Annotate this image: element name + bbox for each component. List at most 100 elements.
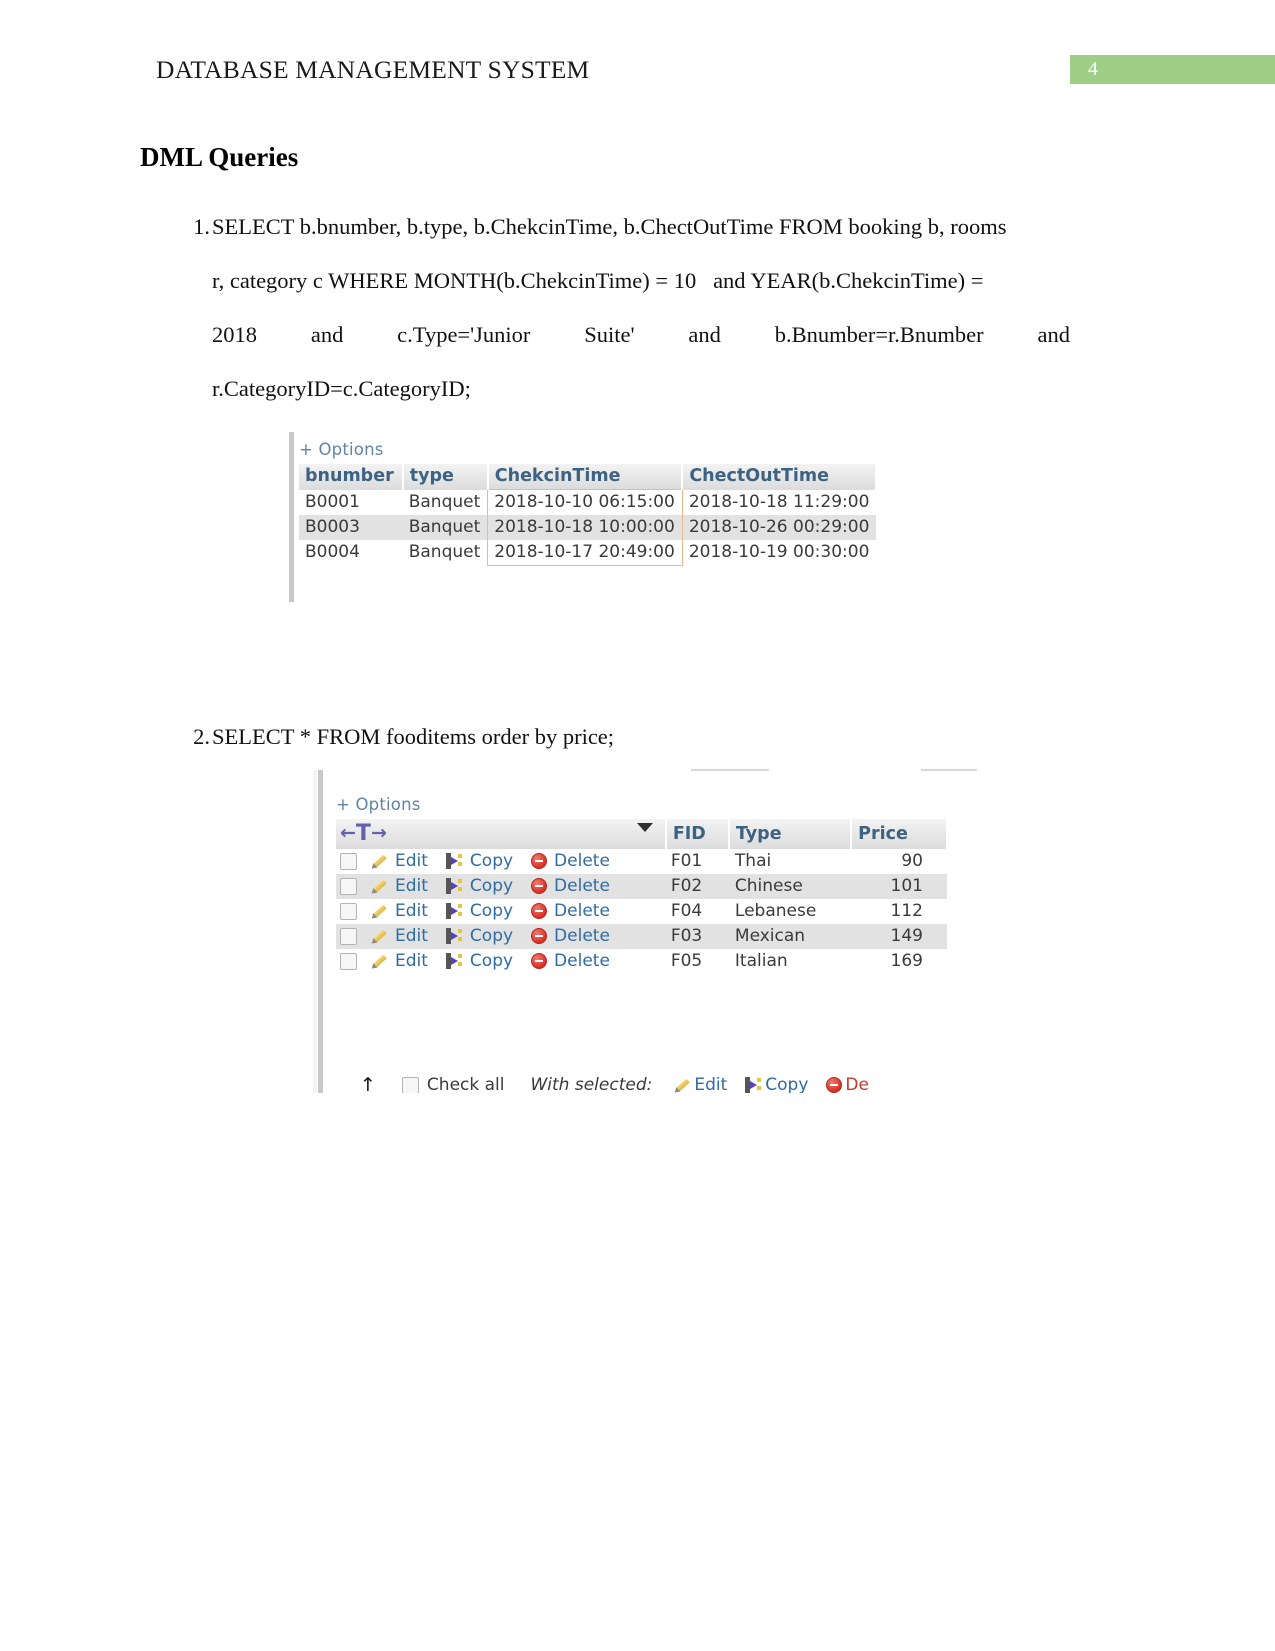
row-select-checkbox[interactable] <box>340 952 357 970</box>
page-title: DML Queries <box>140 142 299 172</box>
query-line: 2018 and c.Type='Junior Suite' and b.Bnu… <box>212 308 1070 362</box>
table-row: Edit Copy Delete F05 Italian 169 <box>336 949 947 974</box>
row-select-checkbox[interactable] <box>340 877 357 895</box>
screenshot-top-divider-left <box>691 769 769 771</box>
delete-icon <box>531 928 548 944</box>
cell-chekcintime: 2018-10-17 20:49:00 <box>487 540 683 566</box>
edit-link[interactable]: Edit <box>395 951 428 971</box>
screenshot-left-rail <box>318 770 323 1093</box>
copy-link[interactable]: Copy <box>470 926 513 946</box>
edit-link[interactable]: Edit <box>395 901 428 921</box>
table-row: B0003 Banquet 2018-10-18 10:00:00 2018-1… <box>299 515 877 540</box>
delete-icon <box>531 878 548 894</box>
copy-icon <box>445 953 463 969</box>
cell-type: Banquet <box>402 515 488 540</box>
cell-row-actions: Edit Copy Delete <box>336 849 666 874</box>
delete-link[interactable]: Delete <box>554 851 610 871</box>
column-header-chekcintime[interactable]: ChekcinTime <box>487 464 684 490</box>
cell-price: 101 <box>851 874 947 899</box>
t-glyph-icon[interactable]: T <box>356 821 371 846</box>
delete-icon <box>531 853 548 869</box>
cell-bnumber: B0004 <box>305 542 360 563</box>
cell-price: 112 <box>890 901 923 921</box>
screenshot-outer-rail <box>313 770 317 1093</box>
column-header-fid[interactable]: FID <box>665 819 730 849</box>
cell-row-actions: Edit Copy Delete <box>336 949 666 974</box>
cell-chectouttime: 2018-10-19 00:30:00 <box>688 542 870 563</box>
row-select-checkbox[interactable] <box>340 902 357 920</box>
copy-icon <box>445 903 463 919</box>
delete-icon <box>531 953 548 969</box>
cell-type: Thai <box>734 851 772 871</box>
copy-link[interactable]: Copy <box>470 901 513 921</box>
row-select-checkbox[interactable] <box>340 927 357 945</box>
arrow-right-icon[interactable]: → <box>371 822 387 844</box>
query-token: 2018 <box>212 322 257 347</box>
query-text: SELECT * FROM fooditems order by price; <box>212 710 614 764</box>
options-toggle-link[interactable]: + Options <box>336 795 948 814</box>
results-table: bnumber type ChekcinTime ChectOutTime B0… <box>299 464 878 566</box>
cell-price: 169 <box>890 951 923 971</box>
delete-icon <box>531 903 548 919</box>
delete-link[interactable]: Delete <box>554 926 610 946</box>
edit-link[interactable]: Edit <box>395 926 428 946</box>
cell-chectouttime: 2018-10-18 11:29:00 <box>688 491 870 512</box>
edit-link[interactable]: Edit <box>395 851 428 871</box>
cell-bnumber: B0001 <box>305 491 360 512</box>
page-number: 4 <box>1088 58 1098 80</box>
delete-link[interactable]: Delete <box>554 876 610 896</box>
document-header: DATABASE MANAGEMENT SYSTEM 4 <box>0 0 1275 110</box>
cell-bnumber: B0003 <box>299 515 403 540</box>
column-header-chectouttime[interactable]: ChectOutTime <box>682 464 878 490</box>
cell-fid: F02 <box>665 874 729 899</box>
sort-controls[interactable]: ←T→ <box>340 821 387 846</box>
column-header-type[interactable]: Type <box>728 819 853 849</box>
pencil-icon <box>371 928 388 944</box>
copy-link[interactable]: Copy <box>470 876 513 896</box>
cell-type: Chinese <box>728 874 852 899</box>
query-line: r, category c WHERE MONTH(b.ChekcinTime)… <box>212 268 984 293</box>
table-row: Edit Copy Delete F01 Thai 90 <box>336 849 947 874</box>
edit-link[interactable]: Edit <box>395 876 428 896</box>
footer-copy-link[interactable]: Copy <box>765 1075 808 1093</box>
delete-icon <box>826 1077 843 1093</box>
column-header-type[interactable]: type <box>402 464 489 490</box>
table-row: Edit Copy Delete F02 Chinese 101 <box>336 874 947 899</box>
delete-link[interactable]: Delete <box>554 951 610 971</box>
cell-fid: F03 <box>665 924 729 949</box>
screenshot-top-divider-right <box>921 769 977 771</box>
footer-delete-link[interactable]: De <box>845 1075 869 1093</box>
column-header-bnumber[interactable]: bnumber <box>299 464 404 490</box>
cell-row-actions: Edit Copy Delete <box>336 874 666 899</box>
cell-type: Banquet <box>408 542 481 563</box>
column-header-price[interactable]: Price <box>851 819 948 849</box>
pencil-icon <box>371 953 388 969</box>
copy-icon <box>445 878 463 894</box>
row-select-checkbox[interactable] <box>340 852 357 870</box>
cell-fid: F01 <box>670 851 703 871</box>
options-toggle-link[interactable]: + Options <box>299 440 877 459</box>
cell-row-actions: Edit Copy Delete <box>336 924 666 949</box>
pencil-icon <box>371 903 388 919</box>
check-all-label[interactable]: Check all <box>427 1075 505 1093</box>
copy-link[interactable]: Copy <box>470 951 513 971</box>
pencil-icon <box>674 1077 691 1093</box>
arrow-left-icon[interactable]: ← <box>340 822 356 844</box>
column-header-controls: ←T→ <box>336 819 667 849</box>
query-line: r.CategoryID=c.CategoryID; <box>212 376 471 401</box>
table-row: Edit Copy Delete F04 Lebanese 112 <box>336 899 947 924</box>
cell-chectouttime: 2018-10-26 00:29:00 <box>682 515 877 540</box>
cell-price: 90 <box>901 851 923 871</box>
delete-link[interactable]: Delete <box>554 901 610 921</box>
list-marker: 2. <box>193 724 210 749</box>
footer-edit-link[interactable]: Edit <box>694 1075 727 1093</box>
table-footer-bar: ↑ Check all With selected: Edit Copy De <box>336 1075 976 1093</box>
pencil-icon <box>371 878 388 894</box>
copy-icon <box>445 853 463 869</box>
copy-link[interactable]: Copy <box>470 851 513 871</box>
table-row: B0001 Banquet 2018-10-10 06:15:00 2018-1… <box>299 489 876 515</box>
chevron-down-icon[interactable] <box>636 823 653 832</box>
arrow-up-icon[interactable]: ↑ <box>360 1075 376 1093</box>
with-selected-label: With selected: <box>530 1075 653 1093</box>
check-all-checkbox[interactable] <box>401 1076 419 1093</box>
